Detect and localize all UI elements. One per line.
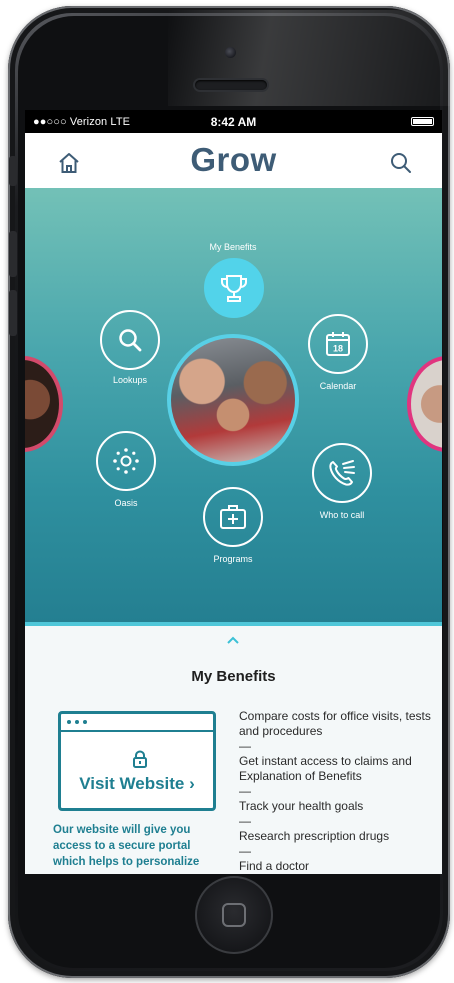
medical-kit-icon xyxy=(220,505,246,529)
calendar-icon: 18 xyxy=(326,332,350,356)
panel-title: My Benefits xyxy=(191,668,276,685)
chevron-up-icon[interactable] xyxy=(225,635,241,645)
next-profile-photo[interactable] xyxy=(407,356,442,452)
battery-icon xyxy=(411,117,434,126)
menu-calendar[interactable]: 18 xyxy=(308,314,368,374)
status-bar: ●●○○○ Verizon LTE 8:42 AM xyxy=(25,110,442,133)
app-title: Grow xyxy=(190,141,277,178)
benefits-list: Compare costs for office visits, tests a… xyxy=(239,709,439,874)
search-icon[interactable] xyxy=(389,151,413,175)
search-icon xyxy=(119,329,142,352)
menu-programs[interactable] xyxy=(203,487,263,547)
front-camera xyxy=(225,47,236,58)
volume-up-button xyxy=(9,231,17,277)
browser-bar xyxy=(61,714,213,732)
menu-label-programs: Programs xyxy=(213,554,253,564)
benefits-panel: My Benefits Visit Website › Our website … xyxy=(25,626,442,874)
menu-label-my-benefits: My Benefits xyxy=(209,242,257,252)
menu-label-who-to-call: Who to call xyxy=(319,510,365,520)
mute-switch xyxy=(9,156,17,186)
visit-website-button[interactable]: Visit Website › xyxy=(58,711,216,811)
phone-icon xyxy=(329,460,355,486)
menu-label-lookups: Lookups xyxy=(112,375,148,385)
benefit-item: Track your health goals xyxy=(239,799,364,813)
volume-down-button xyxy=(9,290,17,336)
screen: ●●○○○ Verizon LTE 8:42 AM Grow My Benefi… xyxy=(25,110,442,874)
family-photo[interactable] xyxy=(167,334,299,466)
trophy-icon xyxy=(221,275,247,302)
clock: 8:42 AM xyxy=(210,114,257,129)
home-button[interactable] xyxy=(195,876,273,954)
app-header: Grow xyxy=(25,133,442,188)
benefit-separator: — xyxy=(239,739,251,753)
menu-my-benefits[interactable] xyxy=(204,258,264,318)
menu-label-oasis: Oasis xyxy=(114,498,138,508)
website-description: Our website will give you access to a se… xyxy=(53,824,200,868)
menu-oasis[interactable] xyxy=(96,431,156,491)
menu-label-calendar: Calendar xyxy=(319,381,357,391)
benefit-separator: — xyxy=(239,844,251,858)
benefit-item: Find a doctor xyxy=(239,859,310,873)
previous-profile-photo[interactable] xyxy=(25,356,63,452)
circular-menu: My Benefits 18 Calendar Who to call Prog… xyxy=(25,188,442,626)
home-button-square-icon xyxy=(222,903,246,927)
benefit-separator: — xyxy=(239,784,251,798)
menu-lookups[interactable] xyxy=(100,310,160,370)
earpiece-speaker xyxy=(195,80,267,90)
benefit-separator: — xyxy=(239,814,251,828)
benefit-item: Research prescription drugs xyxy=(239,829,390,843)
visit-website-label: Visit Website › xyxy=(79,774,195,793)
oasis-icon xyxy=(113,448,139,474)
benefit-item: Compare costs for office visits, tests a… xyxy=(239,709,431,738)
menu-who-to-call[interactable] xyxy=(312,443,372,503)
lock-icon xyxy=(133,750,147,768)
calendar-day: 18 xyxy=(333,344,343,354)
benefit-item: Get instant access to claims and Explana… xyxy=(239,754,412,783)
